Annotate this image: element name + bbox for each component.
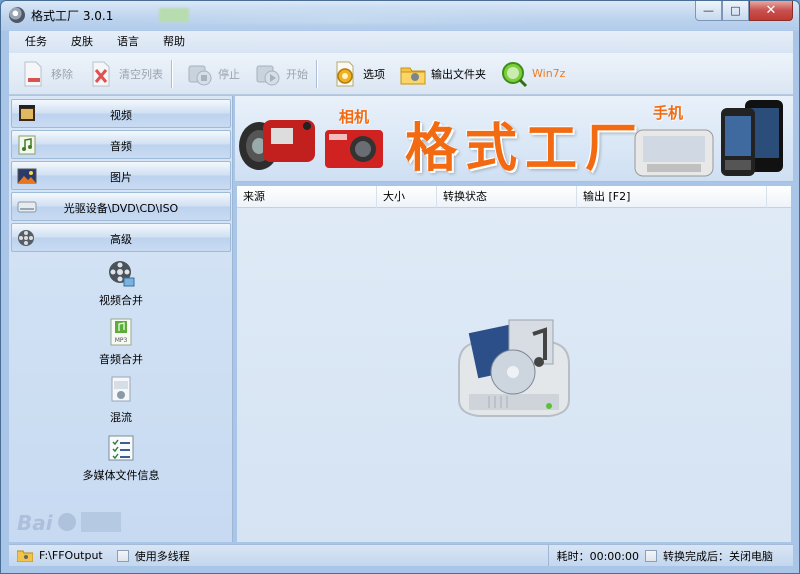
- options-label: 选项: [363, 67, 385, 81]
- task-list-header: 来源 大小 转换状态 输出 [F2]: [237, 186, 791, 208]
- category-disc-label: 光驱设备\DVD\CD\ISO: [63, 202, 179, 215]
- remove-button[interactable]: 移除: [15, 56, 77, 92]
- audio-join-icon: MP3: [106, 317, 136, 347]
- category-sidebar: 视频 音频 图片 光驱设备\DVD\CD\ISO 高级 视频合并 MP3 音频合…: [9, 96, 233, 542]
- options-button[interactable]: 选项: [327, 56, 389, 92]
- menu-language[interactable]: 语言: [109, 31, 147, 53]
- column-size[interactable]: 大小: [377, 186, 437, 208]
- multithread-checkbox[interactable]: [116, 549, 129, 562]
- svg-text:Bai: Bai: [17, 511, 54, 535]
- category-video[interactable]: 视频: [11, 99, 231, 128]
- remove-doc-icon: [19, 60, 47, 88]
- after-convert-checkbox[interactable]: [645, 549, 657, 562]
- tool-mux[interactable]: 混流: [11, 375, 231, 425]
- remove-label: 移除: [51, 67, 73, 81]
- column-filler: [767, 186, 791, 208]
- banner-camera-label: 相机: [339, 108, 370, 126]
- mux-icon: [106, 375, 136, 405]
- stop-button[interactable]: 停止: [182, 56, 244, 92]
- video-join-icon: [106, 258, 136, 288]
- options-gear-icon: [331, 60, 359, 88]
- status-bar: F:\FFOutput 使用多线程 耗时：00:00:00 转换完成后：关闭电脑: [9, 544, 793, 566]
- category-audio[interactable]: 音频: [11, 130, 231, 159]
- output-path: F:\FFOutput: [39, 549, 103, 562]
- start-button[interactable]: 开始: [250, 56, 312, 92]
- win7z-label: Win7z: [532, 67, 566, 80]
- start-label: 开始: [286, 67, 308, 81]
- multithread-label: 使用多线程: [134, 549, 190, 563]
- media-info-icon: [106, 433, 136, 463]
- tool-media-info-label: 多媒体文件信息: [82, 469, 160, 482]
- task-list-area[interactable]: [237, 208, 791, 542]
- banner-title: 格式工厂: [405, 119, 646, 179]
- tool-media-info[interactable]: 多媒体文件信息: [11, 433, 231, 483]
- category-picture-label: 图片: [110, 171, 132, 184]
- stop-icon: [186, 60, 214, 88]
- pda-phone-icon: [717, 98, 787, 181]
- close-button[interactable]: ✕: [749, 1, 793, 21]
- app-window: 格式工厂 3.0.1 — □ ✕ 任务 皮肤 语言 帮助 移除 清空列表 停止 …: [0, 0, 800, 574]
- toolbar-separator: [171, 59, 172, 88]
- win7z-magnifier-icon: [500, 60, 528, 88]
- maximize-button[interactable]: □: [722, 1, 749, 21]
- category-audio-label: 音频: [110, 140, 132, 153]
- minimize-button[interactable]: —: [695, 1, 722, 21]
- category-disc[interactable]: 光驱设备\DVD\CD\ISO: [11, 192, 231, 221]
- menu-bar: 任务 皮肤 语言 帮助: [9, 31, 793, 53]
- tool-audio-join[interactable]: MP3 音频合并: [11, 317, 231, 367]
- elapsed-time: 耗时：00:00:00: [556, 549, 639, 563]
- toolbar: 移除 清空列表 停止 开始 选项 输出文件夹 Win7z: [9, 53, 793, 95]
- column-status[interactable]: 转换状态: [437, 186, 577, 208]
- category-advanced-label: 高级: [110, 233, 132, 246]
- column-output[interactable]: 输出 [F2]: [577, 186, 767, 208]
- format-factory-logo-icon: [449, 314, 579, 424]
- camera-icon: [323, 126, 385, 175]
- camcorder-icon: [237, 106, 327, 179]
- tool-video-join-label: 视频合并: [99, 294, 143, 307]
- category-advanced[interactable]: 高级: [11, 223, 231, 252]
- baidu-watermark-icon: Bai: [17, 508, 127, 544]
- win7z-button[interactable]: Win7z: [496, 56, 569, 92]
- clear-list-label: 清空列表: [119, 67, 163, 81]
- caption-buttons: — □ ✕: [695, 1, 793, 21]
- title-bar[interactable]: 格式工厂 3.0.1 — □ ✕: [1, 1, 799, 29]
- start-icon: [254, 60, 282, 88]
- menu-skin[interactable]: 皮肤: [63, 31, 101, 53]
- output-folder-icon[interactable]: [16, 550, 34, 562]
- tool-mux-label: 混流: [110, 411, 132, 424]
- background-browser-tab: [133, 6, 553, 24]
- banner: 相机 格式工厂 手机: [235, 96, 793, 182]
- stop-label: 停止: [218, 67, 240, 81]
- folder-icon: [399, 60, 427, 88]
- category-video-label: 视频: [110, 109, 132, 122]
- tool-audio-join-label: 音频合并: [99, 353, 143, 366]
- svg-text:MP3: MP3: [115, 337, 128, 344]
- output-folder-button[interactable]: 输出文件夹: [395, 56, 490, 92]
- output-folder-label: 输出文件夹: [431, 67, 486, 81]
- toolbar-separator: [316, 59, 317, 88]
- after-convert-label: 转换完成后：关闭电脑: [663, 549, 773, 563]
- smartphone-icon: [633, 120, 715, 181]
- clear-doc-icon: [87, 60, 115, 88]
- window-title: 格式工厂 3.0.1: [31, 9, 114, 23]
- clear-list-button[interactable]: 清空列表: [83, 56, 167, 92]
- menu-help[interactable]: 帮助: [155, 31, 193, 53]
- app-logo-icon[interactable]: [9, 7, 25, 23]
- status-right-section: 耗时：00:00:00 转换完成后：关闭电脑: [547, 545, 793, 566]
- category-picture[interactable]: 图片: [11, 161, 231, 190]
- menu-task[interactable]: 任务: [17, 31, 55, 53]
- column-source[interactable]: 来源: [237, 186, 377, 208]
- tool-video-join[interactable]: 视频合并: [11, 258, 231, 308]
